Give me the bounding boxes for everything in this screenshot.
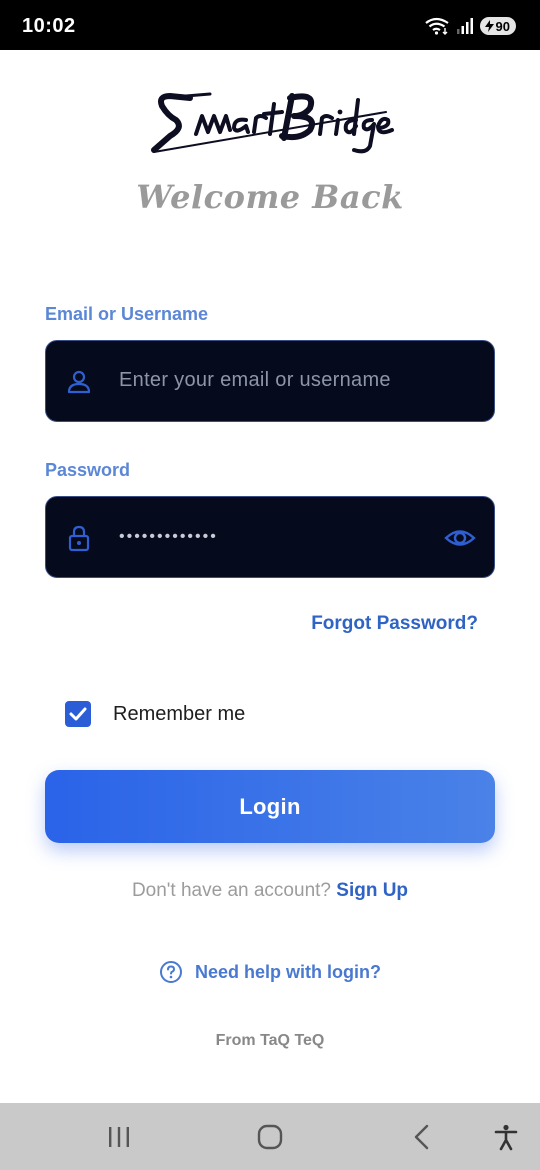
charging-bolt-icon [484,20,494,32]
smartbridge-logo [151,92,394,154]
remember-me-checkbox[interactable] [65,701,91,727]
status-icons: 90 [424,17,516,35]
login-button-label: Login [239,793,301,819]
password-field[interactable]: ••••••••••••• [45,496,495,578]
password-label: Password [45,460,131,480]
lock-icon [68,525,90,552]
home-icon[interactable] [256,1123,284,1151]
help-label: Need help with login? [195,961,381,982]
password-value: ••••••••••••• [119,528,218,545]
signal-icon [456,18,473,34]
show-password-icon[interactable] [444,524,476,552]
signup-row: Don't have an account? Sign Up [0,880,540,902]
email-placeholder: Enter your email or username [119,369,391,391]
footer-text: From TaQ TeQ [215,1032,325,1049]
accessibility-icon[interactable] [492,1123,520,1151]
wifi-icon [424,17,449,35]
login-button[interactable]: Login [45,770,495,843]
back-icon[interactable] [410,1123,434,1151]
help-icon [160,961,182,983]
battery-level: 90 [495,18,510,34]
status-bar: 10:02 90 [0,0,540,50]
signup-question: Don't have an account? [131,880,331,901]
remember-me-label[interactable]: Remember me [113,703,245,726]
email-label: Email or Username [45,304,209,324]
help-link[interactable]: Need help with login? [0,960,540,984]
battery-icon: 90 [479,17,516,35]
email-field[interactable]: Enter your email or username [45,340,495,422]
user-icon [67,370,91,394]
system-nav-bar [0,1103,540,1170]
check-icon [69,707,87,721]
forgot-password-link[interactable]: Forgot Password? [311,613,478,635]
recent-apps-icon[interactable] [106,1123,132,1151]
status-time: 10:02 [22,15,76,37]
welcome-heading: Welcome Back [136,178,404,216]
signup-link[interactable]: Sign Up [336,880,408,901]
